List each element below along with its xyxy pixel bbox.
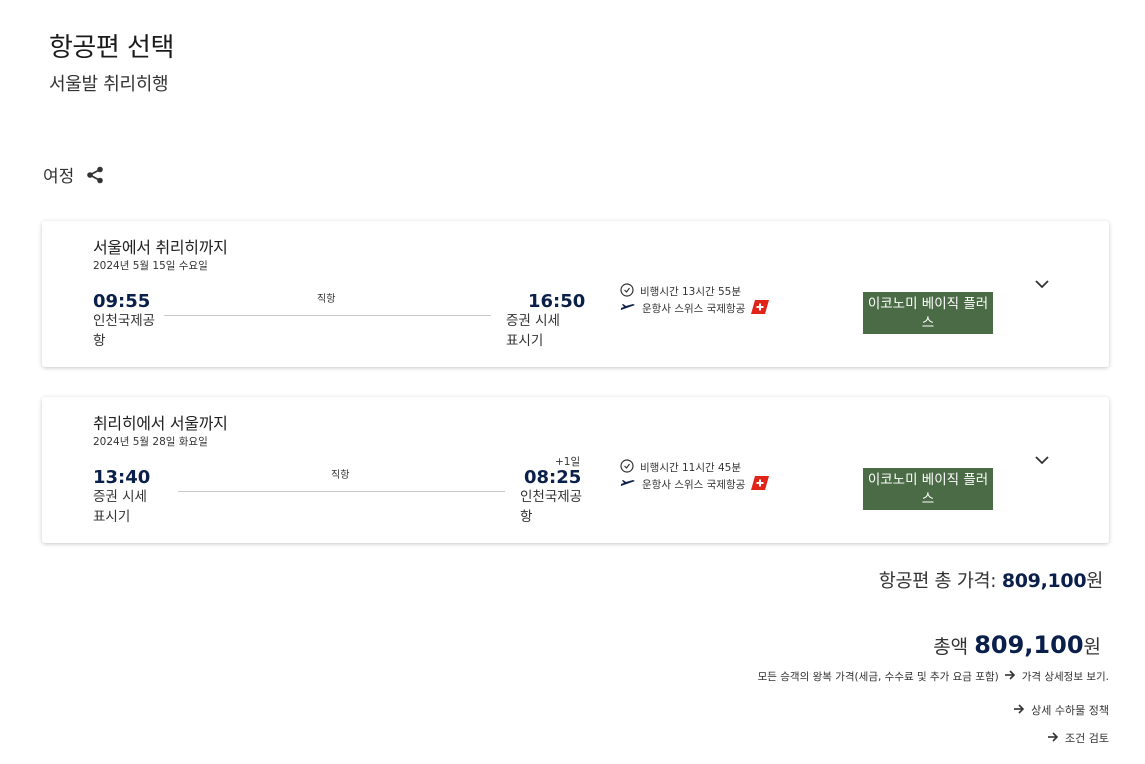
stops-label: 직항 bbox=[317, 294, 336, 305]
chevron-down-icon[interactable] bbox=[1033, 275, 1051, 293]
cabin-select-button[interactable]: 이코노미 베이직 플러스 bbox=[863, 468, 993, 510]
plane-icon bbox=[620, 478, 636, 491]
arrival-time: 08:25 bbox=[524, 467, 582, 488]
clock-icon bbox=[620, 283, 634, 300]
departure-airport: 인천국제공항 bbox=[93, 313, 156, 349]
arrow-right-icon bbox=[1047, 731, 1059, 745]
operator-label: 운항사 스위스 국제항공 bbox=[642, 479, 746, 491]
stops-label: 직항 bbox=[331, 470, 350, 481]
flight-total-price: 항공편 총 가격: 809,100원 bbox=[879, 567, 1103, 593]
flight-total-label: 항공편 총 가격: bbox=[878, 571, 997, 592]
review-terms-link[interactable]: 조건 검토 bbox=[1047, 730, 1109, 746]
flight-card-return: 취리히에서 서울까지 2024년 5월 28일 화요일 13:40 증권 시세 … bbox=[42, 397, 1109, 543]
flight-duration: 비행시간 13시간 55분 bbox=[640, 286, 742, 298]
flight-card-outbound: 서울에서 취리히까지 2024년 5월 15일 수요일 09:55 인천국제공항… bbox=[42, 221, 1109, 367]
itinerary-label: 여정 bbox=[43, 167, 75, 187]
route-line bbox=[164, 315, 491, 316]
flight-info: 비행시간 13시간 55분 운항사 스위스 국제항공 bbox=[620, 283, 770, 317]
flight-info: 비행시간 11시간 45분 운항사 스위스 국제항공 bbox=[620, 459, 770, 493]
route-title: 취리히에서 서울까지 bbox=[93, 414, 228, 433]
arrival-airport: 인천국제공항 bbox=[520, 489, 583, 525]
baggage-policy-label: 상세 수하물 정책 bbox=[1031, 704, 1109, 717]
price-details-link[interactable]: 가격 상세정보 보기. bbox=[1004, 669, 1109, 684]
route-line bbox=[178, 491, 505, 492]
grand-total-label: 총액 bbox=[933, 636, 969, 658]
swiss-airline-logo-icon bbox=[751, 300, 770, 317]
cabin-select-button[interactable]: 이코노미 베이직 플러스 bbox=[863, 292, 993, 334]
departure-airport: 증권 시세 표시기 bbox=[93, 489, 147, 525]
page-title: 항공편 선택 bbox=[49, 33, 174, 63]
baggage-policy-link[interactable]: 상세 수하물 정책 bbox=[1013, 702, 1109, 718]
grand-total-price: 총액 809,100원 bbox=[933, 631, 1101, 659]
route-date: 2024년 5월 28일 화요일 bbox=[93, 436, 208, 448]
price-note: 모든 승객의 왕복 가격(세금, 수수료 및 추가 요금 포함) 가격 상세정보… bbox=[758, 669, 1109, 684]
arrival-airport: 증권 시세 표시기 bbox=[506, 313, 560, 349]
review-terms-label: 조건 검토 bbox=[1065, 732, 1109, 745]
operator-label: 운항사 스위스 국제항공 bbox=[642, 303, 746, 315]
arrival-time: 16:50 bbox=[528, 291, 586, 312]
departure-time: 13:40 bbox=[93, 467, 151, 488]
chevron-down-icon[interactable] bbox=[1033, 451, 1051, 469]
plane-icon bbox=[620, 302, 636, 315]
route-title: 서울에서 취리히까지 bbox=[93, 238, 228, 257]
currency-label: 원 bbox=[1083, 636, 1101, 658]
share-icon[interactable] bbox=[86, 166, 104, 184]
clock-icon bbox=[620, 459, 634, 476]
arrow-right-icon bbox=[1013, 703, 1025, 717]
page-subtitle: 서울발 취리히행 bbox=[49, 74, 169, 95]
arrow-right-icon bbox=[1004, 670, 1016, 683]
itinerary-header: 여정 bbox=[43, 162, 104, 187]
currency-label: 원 bbox=[1086, 571, 1103, 592]
flight-duration: 비행시간 11시간 45분 bbox=[640, 462, 742, 474]
price-note-text: 모든 승객의 왕복 가격(세금, 수수료 및 추가 요금 포함) bbox=[757, 671, 999, 683]
departure-time: 09:55 bbox=[93, 291, 151, 312]
grand-total-amount: 809,100 bbox=[974, 631, 1084, 659]
flight-total-amount: 809,100 bbox=[1001, 570, 1087, 592]
route-date: 2024년 5월 15일 수요일 bbox=[93, 260, 208, 272]
price-details-label: 가격 상세정보 보기. bbox=[1021, 671, 1109, 683]
swiss-airline-logo-icon bbox=[751, 476, 770, 493]
